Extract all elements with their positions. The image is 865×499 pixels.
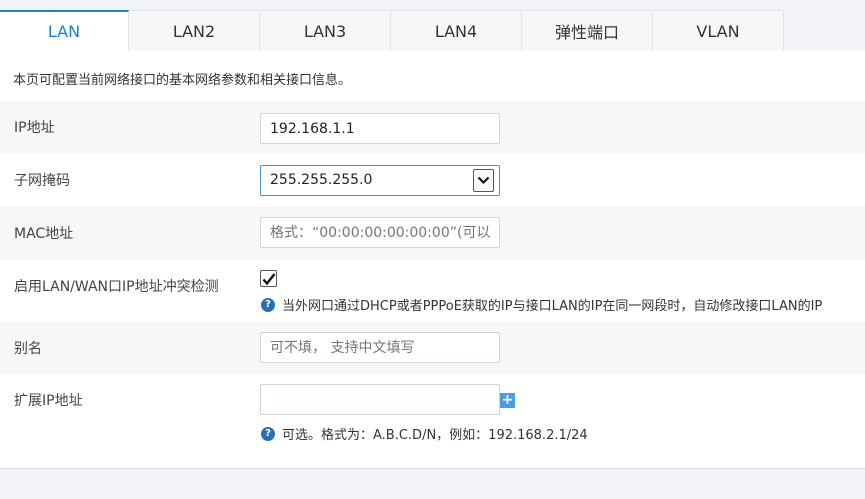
- ext-ip-input[interactable]: [260, 384, 500, 415]
- tab-lan[interactable]: LAN: [0, 10, 129, 51]
- tab-elastic-port[interactable]: 弹性端口: [522, 10, 653, 51]
- interface-tabs: LAN LAN2 LAN3 LAN4 弹性端口 VLAN: [0, 10, 784, 51]
- tab-lan2[interactable]: LAN2: [129, 10, 260, 51]
- tab-lan4[interactable]: LAN4: [391, 10, 522, 51]
- checkmark-icon: [262, 272, 275, 285]
- lan-settings-panel: 本页可配置当前网络接口的基本网络参数和相关接口信息。 IP地址 子网掩码 255…: [0, 51, 865, 469]
- tab-label: LAN3: [303, 21, 347, 41]
- conflict-checkbox[interactable]: [260, 270, 277, 287]
- conflict-label: 启用LAN/WAN口IP地址冲突检测: [14, 279, 219, 295]
- subnet-select[interactable]: 255.255.255.0: [260, 165, 500, 196]
- add-ext-ip-button[interactable]: +: [500, 393, 515, 408]
- conflict-hint: ? 当外网口通过DHCP或者PPPoE获取的IP与接口LAN的IP在同一网段时，…: [261, 295, 822, 314]
- chevron-down-icon[interactable]: [473, 169, 494, 192]
- mac-input[interactable]: [260, 217, 500, 248]
- subnet-row: 子网掩码 255.255.255.0: [0, 154, 865, 207]
- ext-ip-row: 扩展IP地址 + ? 可选。格式为：A.B.C.D/N，例如：192.168.2…: [0, 374, 865, 468]
- subnet-value: 255.255.255.0: [270, 172, 373, 188]
- tab-label: LAN4: [434, 21, 478, 41]
- page-description: 本页可配置当前网络接口的基本网络参数和相关接口信息。: [13, 73, 352, 88]
- ext-ip-hint-text: 可选。格式为：A.B.C.D/N，例如：192.168.2.1/24: [282, 428, 588, 443]
- help-icon: ?: [261, 426, 275, 441]
- mac-row: MAC地址: [0, 207, 865, 260]
- help-icon: ?: [261, 297, 275, 312]
- ip-input[interactable]: [260, 113, 500, 144]
- tab-label: VLAN: [696, 21, 740, 41]
- tab-label: 弹性端口: [554, 23, 619, 42]
- ext-ip-hint: ? 可选。格式为：A.B.C.D/N，例如：192.168.2.1/24: [261, 424, 588, 443]
- alias-label: 别名: [14, 341, 42, 357]
- conflict-row: 启用LAN/WAN口IP地址冲突检测 ? 当外网口通过DHCP或者PPPoE获取…: [0, 260, 865, 322]
- conflict-hint-text: 当外网口通过DHCP或者PPPoE获取的IP与接口LAN的IP在同一网段时，自动…: [282, 299, 823, 314]
- tab-lan3[interactable]: LAN3: [260, 10, 391, 51]
- ip-label: IP地址: [14, 120, 55, 136]
- tab-vlan[interactable]: VLAN: [653, 10, 784, 51]
- ext-ip-label: 扩展IP地址: [14, 393, 83, 409]
- tab-label: LAN2: [172, 21, 216, 41]
- alias-row: 别名: [0, 322, 865, 374]
- tab-label: LAN: [47, 22, 81, 41]
- alias-input[interactable]: [260, 332, 500, 363]
- subnet-label: 子网掩码: [14, 173, 70, 189]
- mac-label: MAC地址: [14, 226, 74, 242]
- ip-row: IP地址: [0, 101, 865, 154]
